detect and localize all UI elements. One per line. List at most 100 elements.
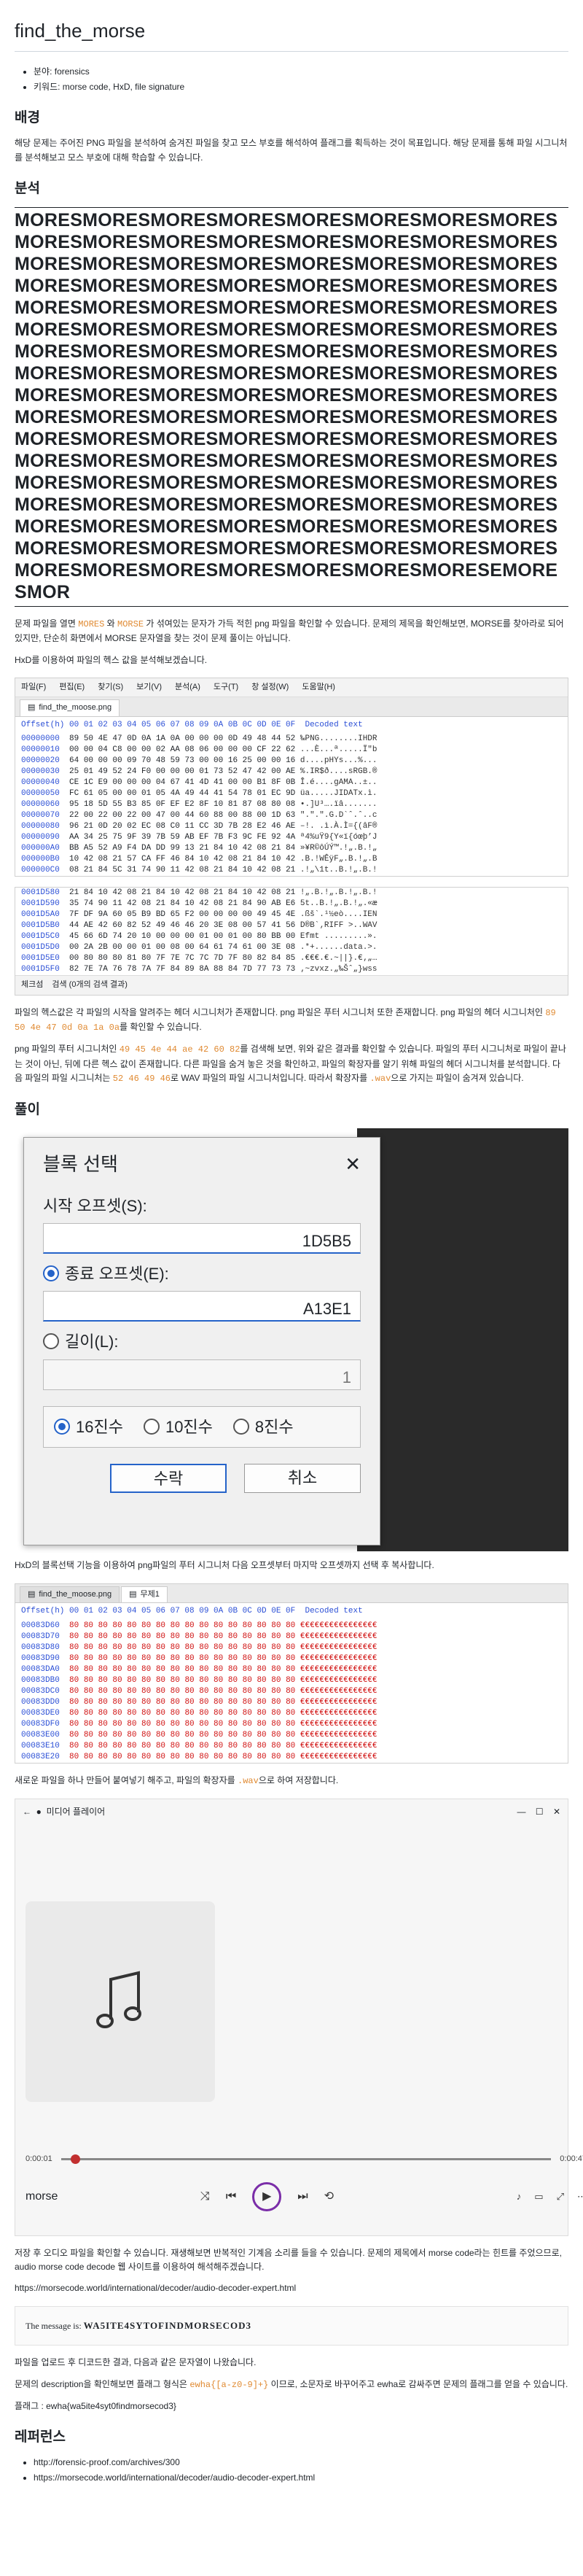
hex-bytes[interactable]: 00 80 80 80 81 80 7F 7E 7C 7C 7D 7F 80 8… (69, 954, 295, 963)
hex-decoded: €€€€€€€€€€€€€€€€ (295, 1675, 377, 1685)
text-span: 와 (104, 618, 118, 629)
hex-bytes[interactable]: 80 80 80 80 80 80 80 80 80 80 80 80 80 8… (69, 1709, 295, 1718)
hex-bytes[interactable]: 64 00 00 00 09 70 48 59 73 00 00 16 25 0… (69, 756, 295, 765)
radio-icon[interactable] (232, 1418, 249, 1435)
hex-bytes[interactable]: 80 80 80 80 80 80 80 80 80 80 80 80 80 8… (69, 1643, 295, 1652)
hex-bytes[interactable]: 7F DF 9A 60 05 B9 BD 65 F2 00 00 00 00 4… (69, 910, 295, 919)
cast-icon[interactable]: ▭ (534, 2189, 543, 2205)
radio-selected-icon[interactable] (54, 1418, 70, 1435)
base-hex-option[interactable]: 16진수 (54, 1414, 123, 1440)
menu-item-tools[interactable]: 도구(T) (214, 681, 238, 694)
hex-bytes[interactable]: 80 80 80 80 80 80 80 80 80 80 80 80 80 8… (69, 1654, 295, 1663)
hex-row: 00000040 CE 1C E9 00 00 00 04 67 41 4D 4… (15, 777, 568, 788)
fullscreen-icon[interactable]: ⤢ (557, 2189, 564, 2205)
hex-bytes[interactable]: 25 01 49 52 24 F0 00 00 00 01 73 52 47 4… (69, 767, 295, 776)
seek-knob[interactable] (71, 2154, 81, 2165)
hex-bytes[interactable]: 21 84 10 42 08 21 84 10 42 08 21 84 10 4… (69, 888, 295, 897)
menu-item-analysis[interactable]: 분석(A) (175, 681, 200, 694)
menu-item-help[interactable]: 도움말(H) (302, 681, 335, 694)
hex-bytes[interactable]: 89 50 4E 47 0D 0A 1A 0A 00 00 00 0D 49 4… (69, 734, 295, 743)
hex-bytes[interactable]: BB A5 52 A9 F4 DA DD 99 13 21 84 10 42 0… (69, 844, 295, 853)
previous-icon[interactable]: ⏮ (226, 2187, 236, 2206)
play-button[interactable]: ▶ (252, 2181, 282, 2211)
hex-row: 000000A0 BB A5 52 A9 F4 DA DD 99 13 21 8… (15, 843, 568, 854)
hex-bytes[interactable]: 80 80 80 80 80 80 80 80 80 80 80 80 80 8… (69, 1753, 295, 1761)
hex-bytes[interactable]: 00 00 04 C8 00 00 02 AA 08 06 00 00 00 C… (69, 745, 295, 754)
message-label: The message is: (26, 2320, 84, 2331)
hex-bytes[interactable]: AA 34 25 75 9F 39 7B 59 AB EF 7B F3 9C F… (69, 833, 295, 842)
file-tab[interactable]: ▤ find_the_moose.png (20, 1586, 120, 1603)
total-time: 0:00:47 (560, 2154, 583, 2163)
next-icon[interactable]: ⏭ (297, 2187, 308, 2206)
menu-item-view[interactable]: 보기(V) (136, 681, 162, 694)
text-span: 파일의 헥스값은 각 파일의 시작을 알려주는 헤더 시그니처가 존재합니다. … (15, 1007, 546, 1018)
new-file-tab[interactable]: ▤ 무제1 (121, 1586, 168, 1603)
code-span: ewha{[a-z0-9]+} (189, 2379, 269, 2390)
file-icon: ▤ (129, 1589, 137, 1599)
length-input[interactable]: 1 (43, 1359, 361, 1390)
menu-item-window[interactable]: 창 설정(W) (251, 681, 289, 694)
base-oct-option[interactable]: 8진수 (232, 1414, 294, 1440)
hex-bytes[interactable]: 96 21 0D 20 02 EC 08 C0 11 CC 3D 7B 28 E… (69, 822, 295, 831)
ok-button[interactable]: 수락 (110, 1463, 227, 1493)
close-icon[interactable]: ✕ (345, 1149, 361, 1180)
cancel-button[interactable]: 취소 (244, 1463, 361, 1493)
hex-bytes[interactable]: 80 80 80 80 80 80 80 80 80 80 80 80 80 8… (69, 1632, 295, 1641)
hex-bytes[interactable]: 35 74 90 11 42 08 21 84 10 42 08 21 84 9… (69, 899, 295, 908)
hex-decoded: .*+......data.>. (295, 943, 377, 953)
end-offset-input[interactable]: A13E1 (43, 1291, 361, 1322)
more-icon[interactable]: ⋯ (577, 2189, 583, 2205)
hex-bytes[interactable]: 80 80 80 80 80 80 80 80 80 80 80 80 80 8… (69, 1621, 295, 1630)
hex-bytes[interactable]: 10 42 08 21 57 CA FF 46 84 10 42 08 21 8… (69, 855, 295, 864)
hex-decoded: Î.é....gAMA..±.. (295, 778, 377, 788)
shuffle-icon[interactable]: ⤨ (200, 2187, 210, 2206)
menu-item-edit[interactable]: 편집(E) (59, 681, 85, 694)
reference-link[interactable]: https://morsecode.world/international/de… (34, 2472, 315, 2483)
repeat-icon[interactable]: ⟲ (324, 2187, 334, 2206)
hex-bytes[interactable]: 00 2A 2B 00 00 01 00 08 00 64 61 74 61 0… (69, 943, 295, 952)
hex-row: 00000020 64 00 00 00 09 70 48 59 73 00 0… (15, 756, 568, 767)
file-tab[interactable]: ▤ find_the_moose.png (20, 699, 120, 716)
search-tab[interactable]: 검색 (0개의 검색 결과) (52, 979, 128, 992)
media-player-window: ← ● 미디어 플레이어 — ☐ ✕ 0:00:01 0:00:47 (15, 1798, 583, 2236)
hex-row: 00083D90 80 80 80 80 80 80 80 80 80 80 8… (15, 1653, 568, 1664)
checksum-tab[interactable]: 체크섬 (21, 979, 43, 992)
hex-bytes[interactable]: 80 80 80 80 80 80 80 80 80 80 80 80 80 8… (69, 1720, 295, 1729)
radio-icon[interactable] (143, 1418, 160, 1435)
volume-icon[interactable]: ♪ (517, 2189, 522, 2205)
hex-bytes[interactable]: 45 66 6D 74 20 10 00 00 00 01 00 01 00 8… (69, 932, 295, 941)
radio-icon[interactable] (43, 1333, 59, 1350)
end-offset-option[interactable]: 종료 오프셋(E): (43, 1261, 361, 1287)
hex-bytes[interactable]: 80 80 80 80 80 80 80 80 80 80 80 80 80 8… (69, 1665, 295, 1674)
start-offset-input[interactable]: 1D5B5 (43, 1223, 361, 1254)
hex-bytes[interactable]: 44 AE 42 60 82 52 49 46 46 20 3E 08 00 5… (69, 921, 295, 930)
back-arrow-icon[interactable]: ← (23, 1807, 31, 1817)
hex-decoded: »¥R©ôÚÝ™.!„.B.!„ (295, 844, 377, 853)
hex-bytes[interactable]: CE 1C E9 00 00 00 04 67 41 4D 41 00 00 B… (69, 778, 295, 787)
decoder-link[interactable]: https://morsecode.world/international/de… (15, 2283, 296, 2293)
hex-bytes[interactable]: 80 80 80 80 80 80 80 80 80 80 80 80 80 8… (69, 1698, 295, 1707)
hex-decoded: %.IR$ð....sRGB.® (295, 767, 377, 777)
hex-bytes[interactable]: FC 61 05 00 00 01 05 4A 49 44 41 54 78 0… (69, 789, 295, 798)
hex-bytes[interactable]: 95 18 5D 55 B3 85 0F EF E2 8F 10 81 87 0… (69, 800, 295, 809)
length-option[interactable]: 길이(L): (43, 1329, 361, 1354)
hex-bytes[interactable]: 22 00 22 00 22 00 47 00 44 60 88 00 88 0… (69, 811, 295, 820)
page: find_the_morse 분야: forensics 키워드: morse … (0, 0, 583, 2486)
hex-bytes[interactable]: 80 80 80 80 80 80 80 80 80 80 80 80 80 8… (69, 1676, 295, 1685)
reference-link[interactable]: http://forensic-proof.com/archives/300 (34, 2457, 180, 2467)
minimize-icon[interactable]: — (517, 1807, 525, 1817)
hex-bytes[interactable]: 80 80 80 80 80 80 80 80 80 80 80 80 80 8… (69, 1731, 295, 1739)
close-icon[interactable]: ✕ (553, 1807, 560, 1817)
seek-bar[interactable] (60, 2154, 552, 2165)
hex-bytes[interactable]: 08 21 84 5C 31 74 90 11 42 08 21 84 10 4… (69, 866, 295, 874)
menu-item-search[interactable]: 찾기(S) (98, 681, 123, 694)
menu-item-file[interactable]: 파일(F) (21, 681, 46, 694)
hex-bytes[interactable]: 80 80 80 80 80 80 80 80 80 80 80 80 80 8… (69, 1742, 295, 1750)
base-dec-option[interactable]: 10진수 (143, 1414, 213, 1440)
hex-bytes[interactable]: 82 7E 7A 76 78 7A 7F 84 89 8A 88 84 7D 7… (69, 965, 295, 974)
hex-row: 00000050 FC 61 05 00 00 01 05 4A 49 44 4… (15, 788, 568, 799)
radio-selected-icon[interactable] (43, 1265, 59, 1282)
hex-bytes[interactable]: 80 80 80 80 80 80 80 80 80 80 80 80 80 8… (69, 1687, 295, 1696)
maximize-icon[interactable]: ☐ (536, 1807, 544, 1817)
hex-offset: 00083D60 (21, 1621, 60, 1630)
